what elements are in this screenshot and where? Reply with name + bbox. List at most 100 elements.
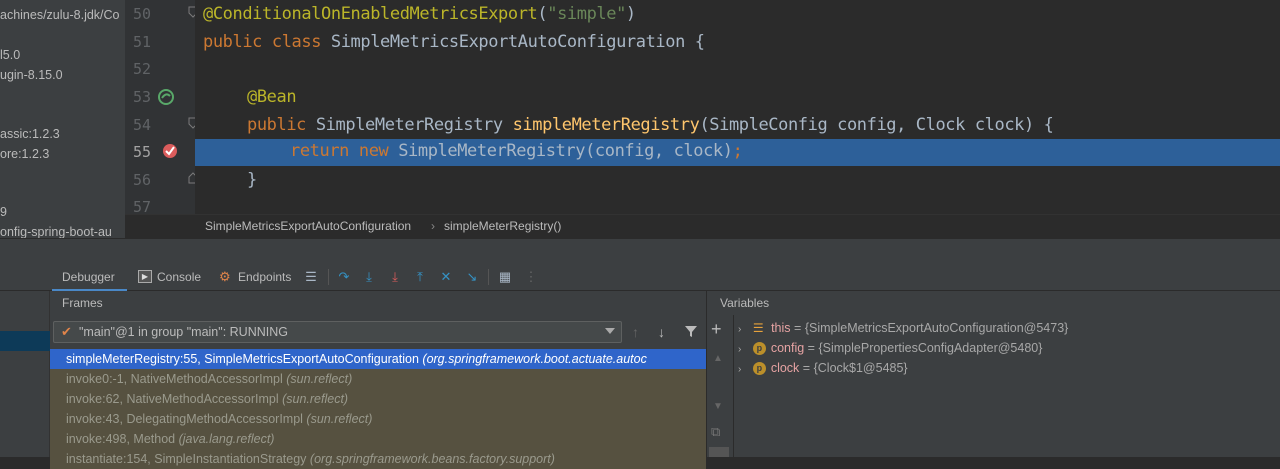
add-watch-icon[interactable]: +: [711, 319, 722, 340]
brace: }: [247, 170, 257, 190]
code-line-56: }: [247, 170, 257, 190]
debug-toolbar: Debugger ▶ Console ⚙ Endpoints ☰ ↷ ⤓ ⤓ ⤒…: [0, 263, 1280, 291]
field-list-icon: ☰: [752, 321, 764, 335]
frame-method: simpleMeterRegistry:55, SimpleMetricsExp…: [66, 352, 419, 366]
string-literal: "simple": [547, 4, 626, 24]
frame-method: invoke:498, Method: [66, 432, 176, 446]
keyword: new: [358, 141, 389, 161]
semicolon: ;: [732, 141, 743, 161]
tab-endpoints[interactable]: Endpoints: [238, 263, 291, 291]
tree-item[interactable]: ugin-8.15.0: [0, 68, 63, 82]
tree-item[interactable]: onfig-spring-boot-au: [0, 225, 112, 238]
chevron-right-icon[interactable]: ›: [738, 364, 741, 375]
variables-title: Variables: [720, 296, 770, 310]
force-step-into-icon[interactable]: ⤓: [387, 269, 403, 285]
code-line-55: return new SimpleMeterRegistry(config, c…: [290, 141, 743, 161]
frame-package: (org.springframework.beans.factory.suppo…: [309, 452, 555, 466]
line-number: 52: [132, 60, 151, 78]
arrow-down-icon[interactable]: ↓: [658, 324, 665, 340]
code-line-51: public class SimpleMetricsExportAutoConf…: [203, 32, 705, 52]
keyword: return: [290, 141, 350, 161]
params: (SimpleConfig config, Clock clock) {: [699, 115, 1054, 135]
line-number: 51: [132, 33, 151, 51]
tab-debugger[interactable]: Debugger: [52, 263, 127, 291]
line-number: 54: [132, 116, 151, 134]
annotation: @ConditionalOnEnabledMetricsExport: [203, 4, 538, 24]
frames-title: Frames: [62, 296, 103, 310]
run-to-cursor-icon[interactable]: ↘: [464, 269, 480, 285]
variable-row[interactable]: › ☰ this = {SimpleMetricsExportAutoConfi…: [738, 318, 1068, 338]
chevron-right-icon[interactable]: ›: [738, 324, 741, 335]
variable-name: config: [770, 341, 805, 355]
tree-item[interactable]: assic:1.2.3: [0, 127, 60, 141]
frame-row[interactable]: invoke:62, NativeMethodAccessorImpl (sun…: [50, 389, 706, 409]
variable-row[interactable]: › p clock = {Clock$1@5485}: [738, 358, 908, 378]
breadcrumb-separator: ›: [431, 219, 435, 233]
breadcrumb-class[interactable]: SimpleMetricsExportAutoConfiguration: [205, 219, 411, 233]
frame-package: (sun.reflect): [286, 372, 353, 386]
code-line-50: @ConditionalOnEnabledMetricsExport("simp…: [203, 4, 636, 24]
frame-method: invoke:62, NativeMethodAccessorImpl: [66, 392, 279, 406]
parameter-icon: p: [752, 362, 766, 376]
parameter-icon: p: [752, 342, 766, 356]
variable-row[interactable]: › p config = {SimplePropertiesConfigAdapt…: [738, 338, 1042, 358]
evaluate-expression-icon[interactable]: ▦: [497, 269, 513, 285]
thread-label: "main"@1 in group "main": RUNNING: [79, 325, 288, 339]
frame-package: (org.springframework.boot.actuate.autoc: [422, 352, 647, 366]
editor-gutter: 50 51 52 53 54 55 56 57: [125, 0, 198, 216]
arrow-up-icon[interactable]: ↑: [632, 324, 639, 340]
variables-side-divider: [733, 315, 734, 457]
frame-package: (sun.reflect): [306, 412, 373, 426]
move-down-icon[interactable]: ▼: [713, 401, 723, 412]
filter-icon[interactable]: [684, 325, 698, 338]
thread-selector[interactable]: ✔ "main"@1 in group "main": RUNNING: [53, 321, 622, 343]
frame-row[interactable]: invoke:498, Method (java.lang.reflect): [50, 429, 706, 449]
glasses-icon[interactable]: [709, 447, 729, 457]
frame-method: invoke:43, DelegatingMethodAccessorImpl: [66, 412, 303, 426]
breakpoint-icon[interactable]: [161, 142, 179, 160]
frame-row[interactable]: invoke:43, DelegatingMethodAccessorImpl …: [50, 409, 706, 429]
layout-menu-icon[interactable]: ☰: [303, 269, 319, 285]
bean-icon[interactable]: [157, 88, 175, 106]
code-line-53: @Bean: [247, 87, 297, 107]
current-line-highlight: return new SimpleMeterRegistry(config, c…: [195, 139, 1280, 166]
session-selected[interactable]: [0, 331, 50, 351]
project-tree: achines/zulu-8.jdk/Co l5.0 ugin-8.15.0 a…: [0, 0, 125, 238]
paren: ): [625, 4, 636, 24]
return-type: SimpleMeterRegistry: [306, 115, 513, 135]
tree-item[interactable]: 9: [0, 205, 7, 219]
panel-separator[interactable]: [0, 238, 1280, 263]
tree-item[interactable]: ore:1.2.3: [0, 147, 49, 161]
copy-icon[interactable]: ⧉: [711, 424, 720, 440]
tree-item[interactable]: l5.0: [0, 48, 20, 62]
variable-value: {Clock$1@5485}: [813, 361, 908, 375]
frame-row-selected[interactable]: simpleMeterRegistry:55, SimpleMetricsExp…: [50, 349, 706, 369]
breadcrumb-method[interactable]: simpleMeterRegistry(): [444, 219, 561, 233]
frame-package: (java.lang.reflect): [178, 432, 275, 446]
tab-console[interactable]: Console: [157, 263, 201, 291]
code-editor[interactable]: @ConditionalOnEnabledMetricsExport("simp…: [195, 0, 1280, 214]
variable-value: {SimplePropertiesConfigAdapter@5480}: [818, 341, 1043, 355]
keyword: public: [247, 115, 307, 135]
frame-row[interactable]: invoke0:-1, NativeMethodAccessorImpl (su…: [50, 369, 706, 389]
breadcrumb: SimpleMetricsExportAutoConfiguration › s…: [125, 214, 1280, 238]
keyword: class: [271, 32, 322, 52]
trace-stream-icon[interactable]: ⋮: [523, 269, 539, 285]
step-over-icon[interactable]: ↷: [336, 269, 352, 285]
chevron-down-icon[interactable]: [605, 328, 615, 334]
annotation: @Bean: [247, 87, 297, 107]
line-number: 55: [132, 143, 151, 161]
move-up-icon[interactable]: ▲: [713, 353, 723, 364]
frame-method: instantiate:154, SimpleInstantiationStra…: [66, 452, 307, 466]
class-name: SimpleMetricsExportAutoConfiguration {: [321, 32, 705, 52]
drop-frame-icon[interactable]: ✕: [438, 269, 454, 285]
expression: SimpleMeterRegistry(config, clock): [388, 141, 733, 161]
tree-item[interactable]: achines/zulu-8.jdk/Co: [0, 8, 120, 22]
line-number: 53: [132, 88, 151, 106]
step-into-icon[interactable]: ⤓: [361, 269, 377, 285]
chevron-right-icon[interactable]: ›: [738, 344, 741, 355]
step-out-icon[interactable]: ⤒: [412, 269, 428, 285]
console-icon: ▶: [138, 270, 152, 283]
frame-row[interactable]: instantiate:154, SimpleInstantiationStra…: [50, 449, 706, 469]
method-name: simpleMeterRegistry: [512, 115, 700, 135]
